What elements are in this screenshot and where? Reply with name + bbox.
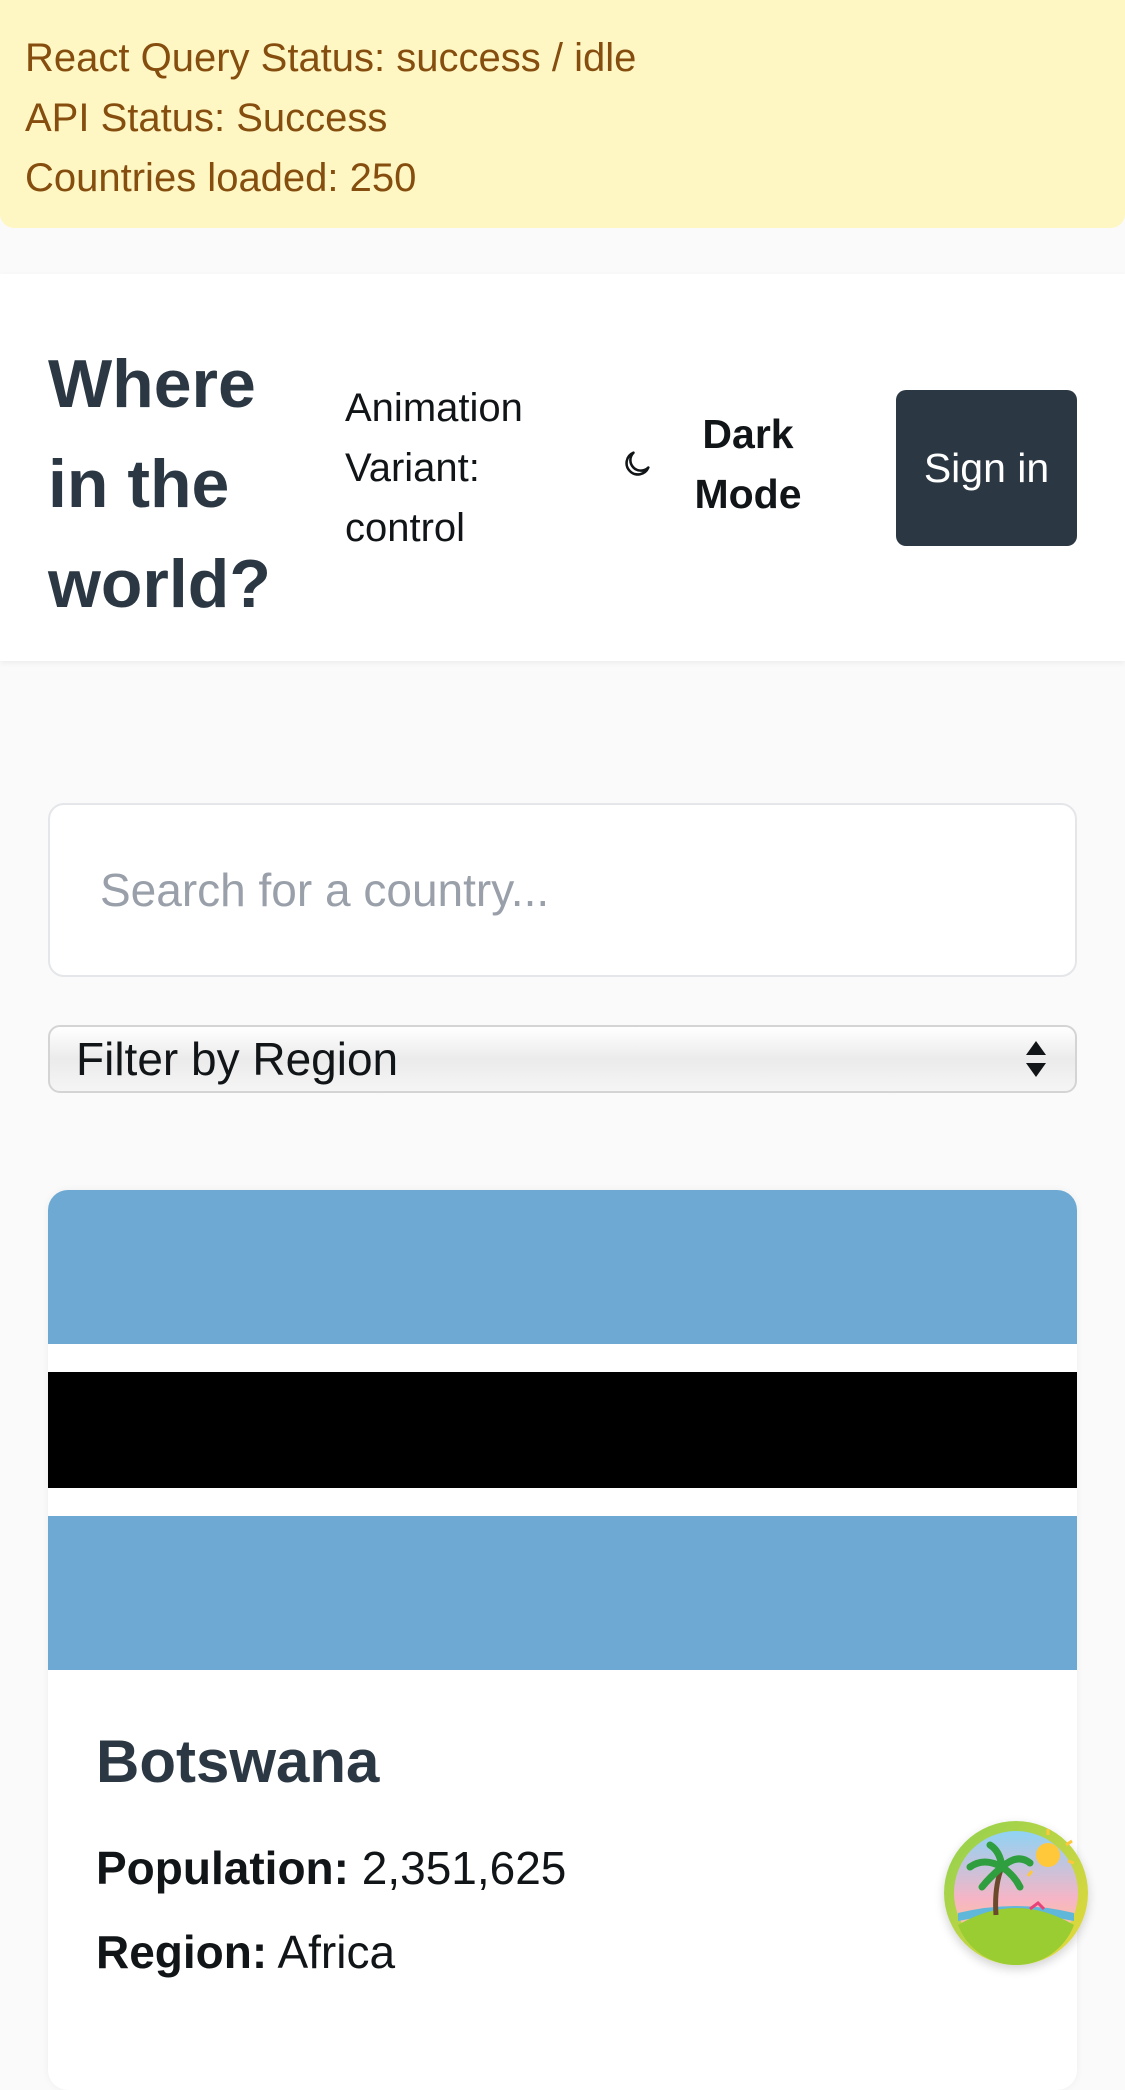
site-logo[interactable]: Where in the world? — [48, 334, 298, 634]
country-name: Botswana — [96, 1728, 380, 1795]
region-filter-value: Filter by Region — [76, 1033, 399, 1085]
region-filter-select[interactable]: Filter by Region — [48, 1025, 1077, 1093]
api-status: API Status: Success — [25, 96, 388, 140]
botswana-flag-image — [48, 1190, 1077, 1670]
dark-mode-toggle[interactable]: Dark Mode — [612, 404, 808, 524]
moon-icon — [612, 439, 662, 489]
debug-status-banner: React Query Status: success / idle API S… — [0, 0, 1125, 228]
countries-loaded: Countries loaded: 250 — [25, 156, 417, 200]
dark-mode-label: Dark Mode — [694, 411, 802, 517]
floating-assistant-button[interactable] — [944, 1821, 1088, 1966]
app-header: Where in the world? Animation Variant: c… — [0, 274, 1125, 661]
react-query-status: React Query Status: success / idle — [25, 36, 637, 80]
region-label: Region: — [96, 1926, 268, 1978]
region-row: Region: Africa — [96, 1910, 1029, 1994]
population-row: Population: 2,351,625 — [96, 1826, 1029, 1910]
animation-variant-label: Animation Variant: control — [345, 386, 523, 550]
population-value: 2,351,625 — [361, 1842, 567, 1894]
country-search-input[interactable] — [48, 803, 1077, 977]
island-icon — [944, 1821, 1088, 1966]
country-card[interactable]: Botswana Population: 2,351,625 Region: A… — [48, 1190, 1077, 2090]
region-value: Africa — [277, 1926, 396, 1978]
select-arrows-icon — [1023, 1040, 1049, 1078]
population-label: Population: — [96, 1842, 349, 1894]
sign-in-button[interactable]: Sign in — [896, 390, 1077, 546]
